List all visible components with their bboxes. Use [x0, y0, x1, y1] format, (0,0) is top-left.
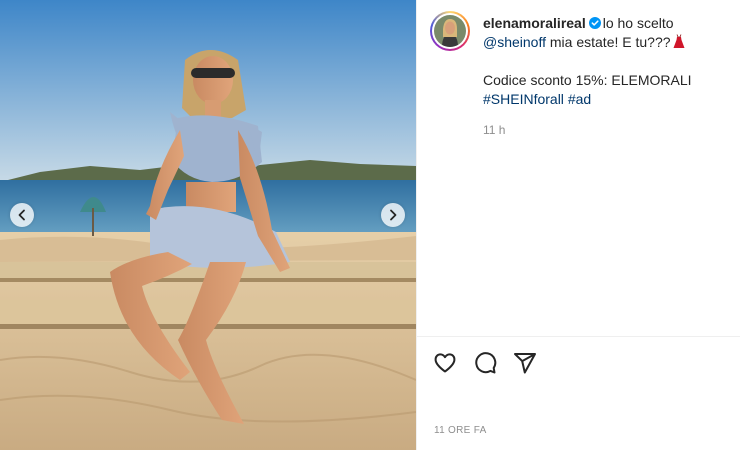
share-button[interactable]: [513, 351, 537, 375]
action-bar: [433, 351, 553, 375]
red-dress-icon: [673, 34, 685, 48]
comment-icon: [475, 352, 497, 374]
comment-button[interactable]: [473, 351, 497, 375]
profile-photo: [434, 15, 466, 47]
caption-intro: lo ho scelto: [602, 15, 674, 31]
username-link[interactable]: elenamoralireal: [483, 15, 586, 31]
caption-section: elenamoralireal lo ho scelto @sheinoff m…: [430, 11, 735, 140]
post-side-panel: elenamoralireal lo ho scelto @sheinoff m…: [417, 0, 740, 450]
actions-divider: [417, 336, 740, 337]
post-timestamp[interactable]: 11 ORE FA: [434, 425, 487, 436]
chevron-left-icon: [18, 209, 25, 221]
discount-line: Codice sconto 15%: ELEMORALI: [483, 72, 692, 88]
caption-continued: mia estate! E tu???: [549, 34, 671, 50]
paper-plane-icon: [514, 353, 536, 374]
chevron-right-icon: [390, 209, 397, 221]
avatar-image: [434, 15, 466, 47]
hashtag-shein[interactable]: #SHEINforall: [483, 91, 564, 107]
previous-photo-button[interactable]: [10, 203, 34, 227]
caption-time[interactable]: 11 h: [483, 121, 733, 140]
heart-icon: [434, 353, 456, 373]
mention-link[interactable]: @sheinoff: [483, 34, 546, 50]
post-photo[interactable]: [0, 0, 416, 450]
verified-badge-icon: [588, 17, 601, 29]
like-button[interactable]: [433, 351, 457, 375]
avatar[interactable]: [430, 11, 470, 51]
caption-text: elenamoralireal lo ho scelto @sheinoff m…: [483, 14, 733, 140]
hashtag-ad[interactable]: #ad: [568, 91, 591, 107]
beach-photo: [0, 0, 416, 450]
next-photo-button[interactable]: [381, 203, 405, 227]
